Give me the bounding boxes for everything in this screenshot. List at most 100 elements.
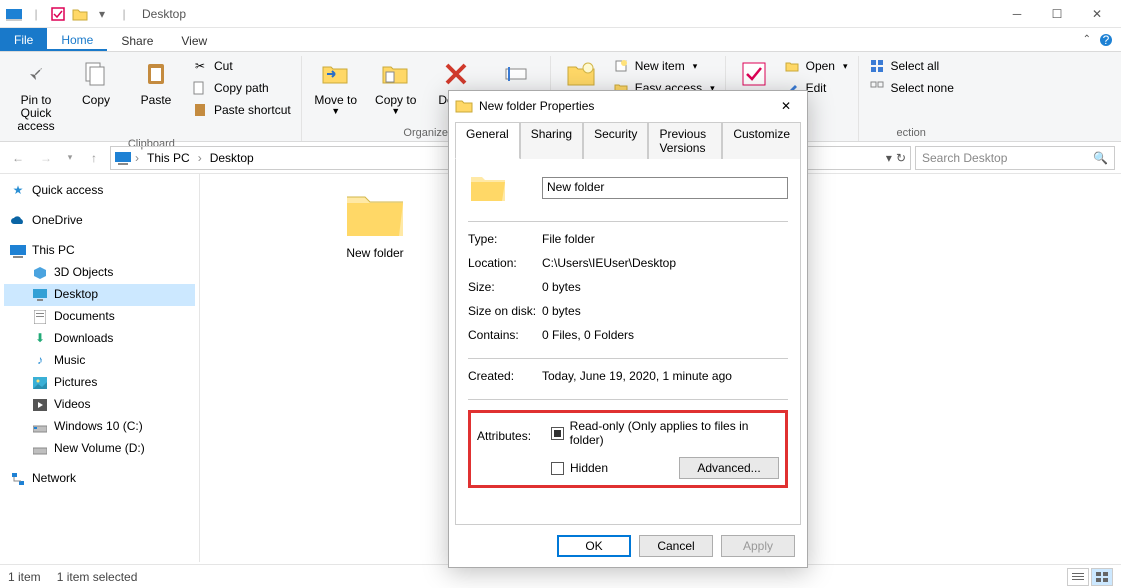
nav-quick-access[interactable]: ★Quick access	[4, 180, 195, 202]
move-to-icon	[320, 58, 352, 90]
folder-small-icon	[70, 4, 90, 24]
close-button[interactable]: ✕	[1077, 1, 1117, 27]
file-name: New folder	[346, 246, 403, 260]
paste-shortcut-button[interactable]: Paste shortcut	[188, 100, 295, 120]
breadcrumb-sep[interactable]: ›	[135, 151, 139, 165]
paste-button[interactable]: Paste	[128, 56, 184, 109]
search-placeholder: Search Desktop	[922, 151, 1007, 165]
dialog-folder-icon	[455, 98, 473, 114]
nav-3d-objects[interactable]: 3D Objects	[4, 262, 195, 284]
readonly-checkbox[interactable]: Read-only (Only applies to files in fold…	[551, 419, 779, 447]
tab-customize[interactable]: Customize	[722, 122, 801, 159]
file-item[interactable]: New folder	[330, 186, 420, 260]
dialog-close-button[interactable]: ✕	[771, 92, 801, 120]
copy-button[interactable]: Copy	[68, 56, 124, 109]
cube-icon	[32, 265, 48, 281]
pictures-icon	[32, 375, 48, 391]
tab-security[interactable]: Security	[583, 122, 648, 159]
type-label: Type:	[468, 232, 542, 246]
nav-downloads[interactable]: ⬇Downloads	[4, 328, 195, 350]
view-tab[interactable]: View	[167, 28, 221, 51]
dialog-tabs: General Sharing Security Previous Versio…	[449, 121, 807, 158]
pin-button[interactable]: Pin to Quick access	[8, 56, 64, 136]
size-label: Size:	[468, 280, 542, 294]
address-dropdown-icon[interactable]: ▾	[886, 151, 892, 165]
created-value: Today, June 19, 2020, 1 minute ago	[542, 369, 788, 383]
properties-icon	[738, 58, 770, 90]
search-input[interactable]: Search Desktop 🔍	[915, 146, 1115, 170]
nav-desktop[interactable]: Desktop	[4, 284, 195, 306]
apply-button[interactable]: Apply	[721, 535, 795, 557]
music-icon: ♪	[32, 353, 48, 369]
location-value: C:\Users\IEUser\Desktop	[542, 256, 788, 270]
cut-button[interactable]: ✂Cut	[188, 56, 295, 76]
recent-dropdown[interactable]: ▾	[62, 146, 78, 170]
new-item-icon	[613, 58, 629, 74]
nav-pictures[interactable]: Pictures	[4, 372, 195, 394]
copy-path-button[interactable]: Copy path	[188, 78, 295, 98]
nav-onedrive[interactable]: OneDrive	[4, 210, 195, 232]
cancel-button[interactable]: Cancel	[639, 535, 713, 557]
breadcrumb-sep[interactable]: ›	[198, 151, 202, 165]
tab-sharing[interactable]: Sharing	[520, 122, 583, 159]
select-none-icon	[869, 80, 885, 96]
nav-network[interactable]: Network	[4, 468, 195, 490]
home-tab[interactable]: Home	[47, 28, 107, 51]
new-item-button[interactable]: New item▾	[609, 56, 719, 76]
rename-icon	[500, 58, 532, 90]
file-tab[interactable]: File	[0, 28, 47, 51]
qat-properties-icon[interactable]	[48, 4, 68, 24]
view-details-button[interactable]	[1067, 568, 1089, 586]
hidden-checkbox[interactable]: Hidden	[551, 461, 608, 475]
nav-videos[interactable]: Videos	[4, 394, 195, 416]
paste-icon	[140, 58, 172, 90]
nav-pane: ★Quick access OneDrive This PC 3D Object…	[0, 174, 200, 562]
advanced-button[interactable]: Advanced...	[679, 457, 779, 479]
properties-dialog: New folder Properties ✕ General Sharing …	[448, 90, 808, 568]
help-icon[interactable]: ?	[1099, 33, 1113, 47]
minimize-button[interactable]: ─	[997, 1, 1037, 27]
open-icon	[784, 58, 800, 74]
tab-previous-versions[interactable]: Previous Versions	[648, 122, 722, 159]
size-disk-value: 0 bytes	[542, 304, 788, 318]
breadcrumb-root[interactable]: This PC	[143, 151, 194, 165]
checkbox-empty-icon	[551, 462, 564, 475]
select-all-button[interactable]: Select all	[865, 56, 958, 76]
qat-divider: |	[26, 4, 46, 24]
tab-general[interactable]: General	[455, 122, 520, 159]
select-none-button[interactable]: Select none	[865, 78, 958, 98]
refresh-icon[interactable]: ↻	[896, 151, 906, 165]
folder-name-input[interactable]: New folder	[542, 177, 788, 199]
copy-icon	[80, 58, 112, 90]
copy-path-icon	[192, 80, 208, 96]
maximize-button[interactable]: ☐	[1037, 1, 1077, 27]
ok-button[interactable]: OK	[557, 535, 631, 557]
nav-documents[interactable]: Documents	[4, 306, 195, 328]
nav-d-drive[interactable]: New Volume (D:)	[4, 438, 195, 460]
network-icon	[10, 471, 26, 487]
titlebar: | ▾ | Desktop ─ ☐ ✕	[0, 0, 1121, 28]
open-button[interactable]: Open▾	[780, 56, 852, 76]
nav-c-drive[interactable]: Windows 10 (C:)	[4, 416, 195, 438]
nav-this-pc[interactable]: This PC	[4, 240, 195, 262]
drive-icon	[32, 419, 48, 435]
share-tab[interactable]: Share	[107, 28, 167, 51]
svg-text:?: ?	[1103, 33, 1110, 47]
attributes-label: Attributes:	[477, 429, 551, 443]
qat-dropdown-icon[interactable]: ▾	[92, 4, 112, 24]
ribbon-collapse-icon[interactable]: ⌃	[1083, 34, 1091, 45]
nav-music[interactable]: ♪Music	[4, 350, 195, 372]
up-button[interactable]: ↑	[82, 146, 106, 170]
ribbon-tabs: File Home Share View ⌃ ?	[0, 28, 1121, 52]
selection-label: ection	[897, 125, 926, 141]
copy-to-button[interactable]: Copy to▼	[368, 56, 424, 119]
search-icon: 🔍	[1093, 151, 1108, 165]
cut-icon: ✂	[192, 58, 208, 74]
view-large-button[interactable]	[1091, 568, 1113, 586]
move-to-button[interactable]: Move to▼	[308, 56, 364, 119]
back-button[interactable]: ←	[6, 146, 30, 170]
attributes-highlight: Attributes: Read-only (Only applies to f…	[468, 410, 788, 488]
breadcrumb-leaf[interactable]: Desktop	[206, 151, 258, 165]
status-selected: 1 item selected	[57, 570, 138, 584]
forward-button[interactable]: →	[34, 146, 58, 170]
